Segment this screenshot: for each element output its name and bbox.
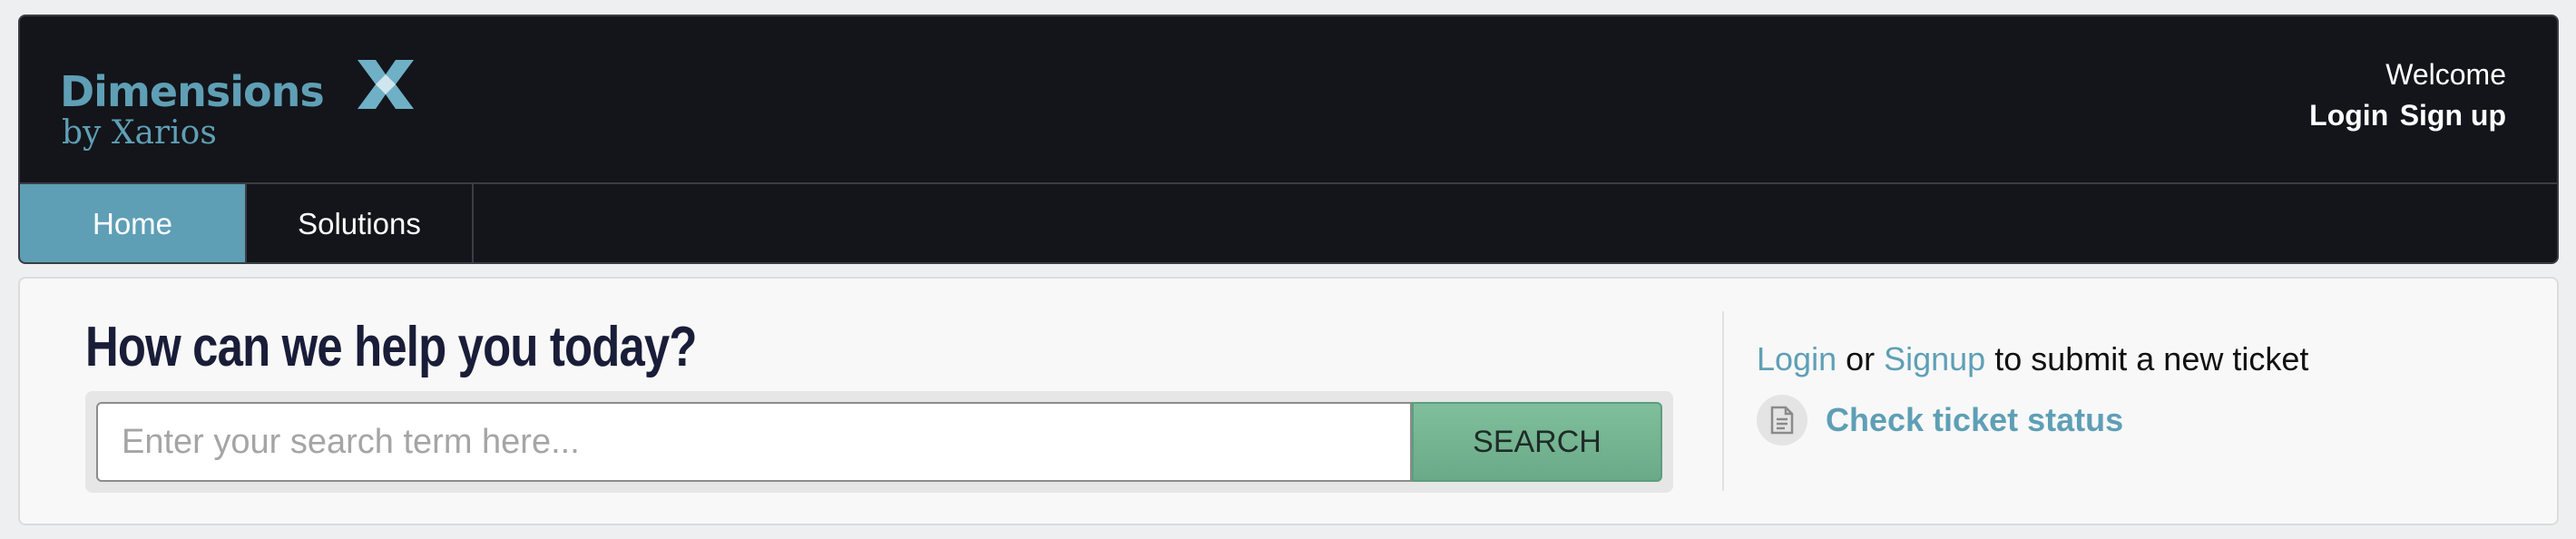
divider — [1722, 311, 1724, 491]
header-login-link[interactable]: Login — [2309, 99, 2388, 132]
check-ticket-status-link[interactable]: Check ticket status — [1826, 401, 2123, 439]
logo-tagline: by Xarios — [62, 114, 217, 152]
signup-link[interactable]: Signup — [1884, 340, 1985, 377]
or-text: or — [1837, 340, 1885, 377]
auth-links: Login Sign up — [2302, 99, 2506, 132]
search-bar: SEARCH — [85, 391, 1673, 493]
page-title: How can we help you today? — [85, 316, 697, 378]
submit-ticket-text: to submit a new ticket — [1985, 340, 2309, 377]
help-panel: How can we help you today? SEARCH Login … — [18, 277, 2559, 525]
tab-solutions[interactable]: Solutions — [247, 184, 474, 262]
logo-x-icon — [358, 60, 414, 109]
ticket-actions: Login or Signup to submit a new ticket C… — [1757, 340, 2308, 446]
welcome-text: Welcome — [2385, 58, 2506, 91]
search-input[interactable] — [96, 402, 1412, 482]
logo[interactable]: Dimensions by Xarios — [60, 44, 423, 152]
login-link[interactable]: Login — [1757, 340, 1837, 377]
user-menu: Welcome Login Sign up — [2302, 58, 2506, 132]
tab-home[interactable]: Home — [20, 184, 247, 262]
search-button[interactable]: SEARCH — [1412, 402, 1662, 482]
check-status-row: Check ticket status — [1757, 395, 2308, 446]
logo-wordmark: Dimensions — [60, 67, 325, 116]
document-icon — [1757, 395, 1807, 446]
header-signup-link[interactable]: Sign up — [2400, 99, 2506, 132]
site-header: Dimensions by Xarios Welcome Login Sign … — [18, 15, 2559, 264]
main-nav: Home Solutions — [20, 182, 2557, 262]
submit-ticket-line: Login or Signup to submit a new ticket — [1757, 340, 2308, 378]
